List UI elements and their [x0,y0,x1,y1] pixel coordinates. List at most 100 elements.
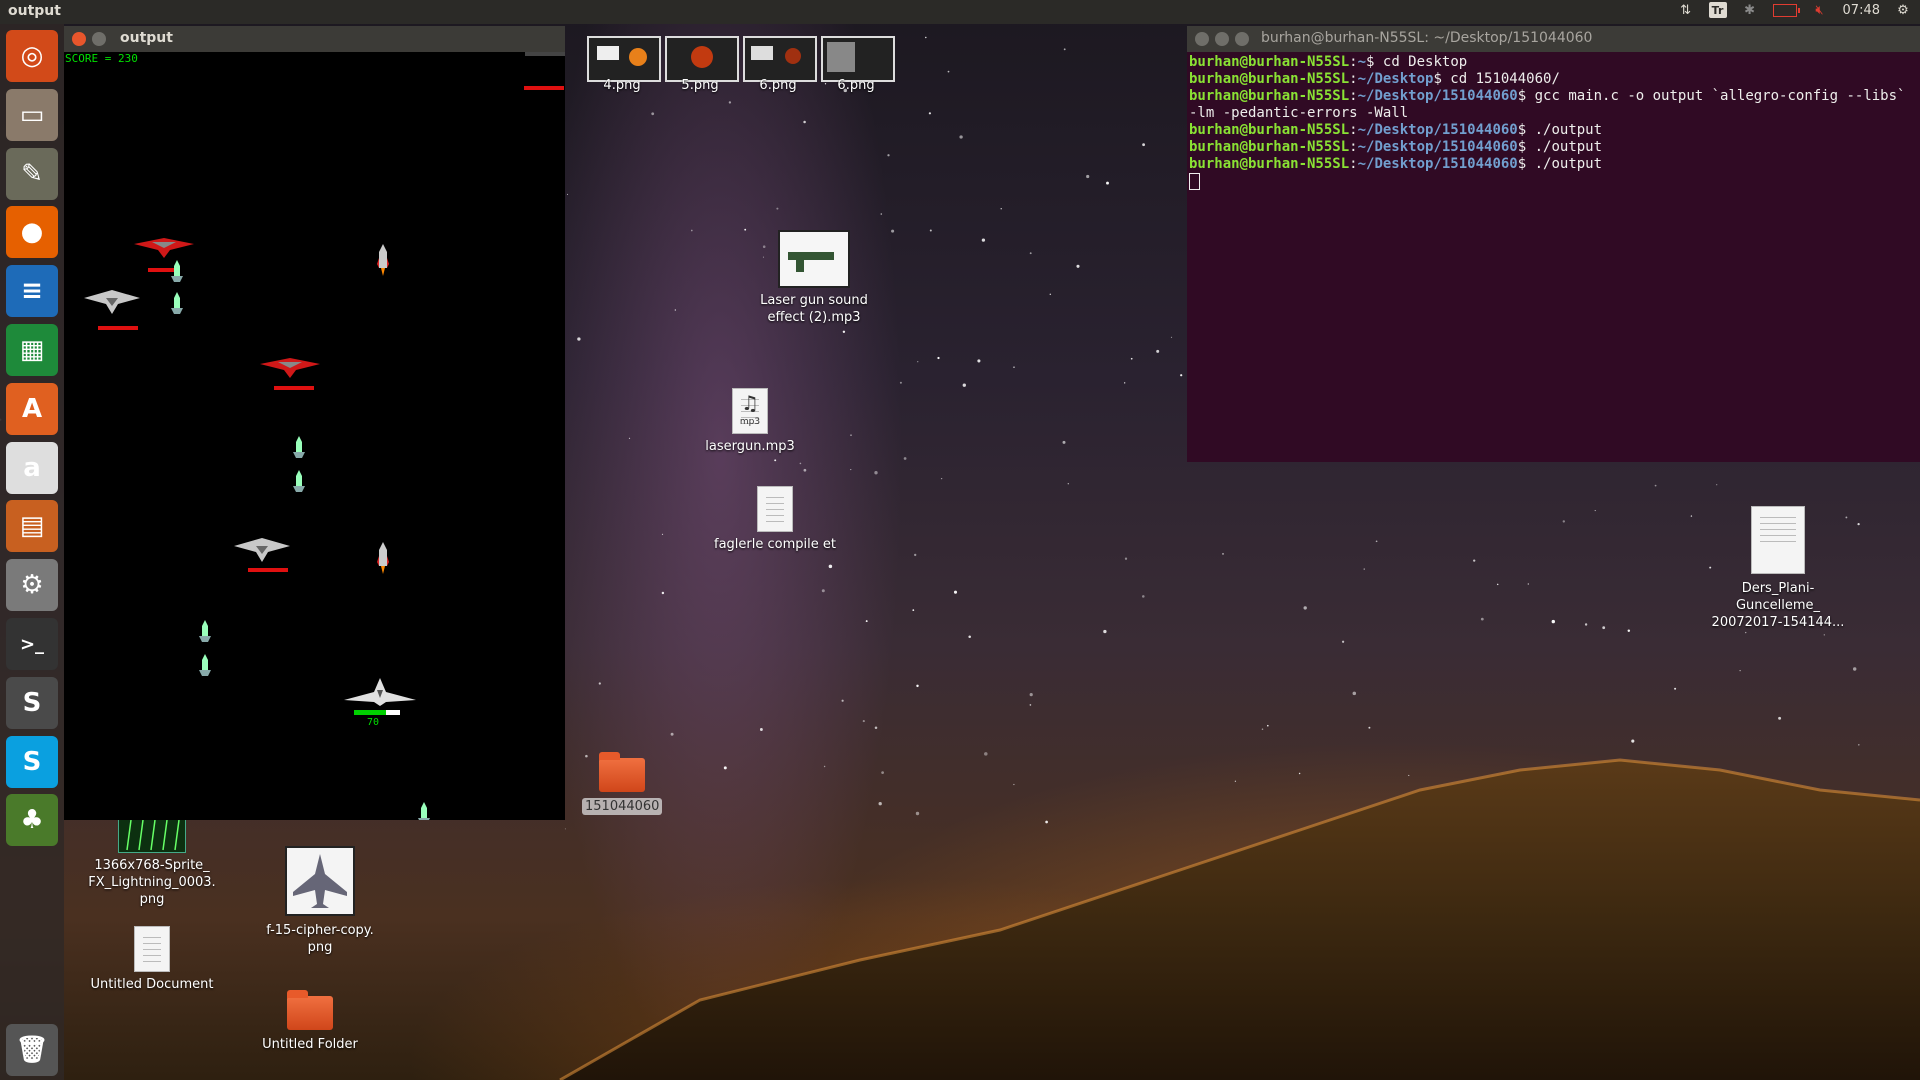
thumb-image [743,36,817,82]
software-center-icon[interactable]: A [6,382,58,435]
file-label: lasergun.mp3 [705,439,795,454]
game-title: output [120,30,173,46]
player-health-label: 70 [367,717,380,728]
player-rocket [377,244,389,276]
active-app-title: output [8,3,61,19]
amazon-icon[interactable]: a [6,441,58,494]
firefox-icon[interactable]: ● [6,206,58,259]
image-thumbnail [285,846,355,916]
terminal-cursor [1189,173,1200,190]
file-ders-plani[interactable]: Ders_Plani-Guncelleme_ 20072017-154144..… [1710,506,1846,631]
network-icon[interactable]: ⇅ [1677,2,1695,18]
game-canvas[interactable]: SCORE = 230 70 [64,52,565,820]
file-label: 1366x768-Sprite_ FX_Lightning_0003. png [88,858,216,907]
libreoffice-writer-icon[interactable]: ≡ [6,265,58,318]
game-sprites [84,52,565,820]
file-label: Untitled Document [90,977,214,992]
maximize-icon[interactable] [1235,32,1249,46]
libreoffice-impress-icon[interactable]: ▤ [6,500,58,553]
enemy-ship [84,290,140,314]
enemy-ship [134,238,194,258]
ubuntu-dash-icon[interactable]: ◎ [6,30,58,82]
system-settings-icon[interactable]: ⚙ [6,559,58,612]
terminal-line: burhan@burhan-N55SL:~/Desktop/151044060$… [1189,88,1914,121]
document-thumbnail [1751,506,1805,574]
player-ship [344,678,416,706]
file-sprite-lightning[interactable]: 1366x768-Sprite_ FX_Lightning_0003. png [82,815,222,908]
libreoffice-calc-icon[interactable]: ▦ [6,324,58,376]
enemy-bullet [293,470,305,492]
player-health-fill [354,710,387,715]
text-file-icon [134,926,170,972]
player-health-bar [354,710,400,715]
folder-151044060[interactable]: 151044060 [582,752,662,815]
bluetooth-icon[interactable]: ✱ [1741,2,1759,18]
terminal-icon[interactable]: >_ [6,618,58,670]
folder-untitled[interactable]: Untitled Folder [248,990,372,1053]
indicator-area: ⇅ Tr ✱ 🔇︎ 07:48 ⚙ [1677,2,1912,18]
laser-gun-thumbnail [778,230,850,288]
enemy-bullet [171,292,183,314]
enemy-ship [260,358,320,378]
terminal-line: burhan@burhan-N55SL:~/Desktop$ cd 151044… [1189,71,1560,87]
file-label: Untitled Folder [262,1037,358,1052]
gimp-icon[interactable]: ✎ [6,147,58,200]
volume-muted-icon[interactable]: 🔇︎ [1811,2,1829,18]
file-f15-cipher-copy[interactable]: f-15-cipher-copy. png [256,846,384,956]
thumb-image [587,36,661,82]
clock[interactable]: 07:48 [1843,3,1880,18]
enemy-bullet [199,620,211,642]
file-laser-gun-sound-effect[interactable]: Laser gun sound effect (2).mp3 [752,230,876,326]
enemy-health-bar [248,568,288,572]
enemy-health-bar [148,268,174,272]
enemy-bullet [199,654,211,676]
terminal-titlebar[interactable]: burhan@burhan-N55SL: ~/Desktop/151044060 [1187,26,1920,52]
trash-icon[interactable]: 🗑 [6,1024,58,1076]
enemy-bullet [418,802,430,820]
thumb-label: 4.png [603,78,641,93]
terminal-output[interactable]: burhan@burhan-N55SL:~$ cd Desktop burhan@… [1189,54,1915,191]
close-icon[interactable] [72,32,86,46]
terminal-line: burhan@burhan-N55SL:~/Desktop/151044060$… [1189,139,1603,155]
folder-icon [287,990,333,1030]
file-untitled-document[interactable]: Untitled Document [82,926,222,993]
terminal-window[interactable]: burhan@burhan-N55SL: ~/Desktop/151044060… [1187,26,1920,462]
terminal-line: burhan@burhan-N55SL:~$ cd Desktop [1189,54,1468,70]
minimize-icon[interactable] [1215,32,1229,46]
file-label: f-15-cipher-copy. png [266,923,374,955]
file-lasergun-mp3[interactable]: ♫ mp3 lasergun.mp3 [700,388,800,455]
terminal-line: burhan@burhan-N55SL:~/Desktop/151044060$… [1189,122,1603,138]
files-icon[interactable]: ▭ [6,88,58,141]
thumb-image [665,36,739,82]
player-rocket [377,542,389,574]
game-window[interactable]: output SCORE = 230 70 [64,26,565,820]
folder-icon [599,752,645,792]
file-label: faglerle compile et [714,537,836,552]
thumb-label: 6.png [837,78,875,93]
thumb-image [821,36,895,82]
enemy-health-bar [274,386,314,390]
enemy-health-bar [98,326,138,330]
enemy-health-bar [524,86,564,90]
file-faglerle-compile-et[interactable]: faglerle compile et [710,486,840,553]
file-label: Laser gun sound effect (2).mp3 [760,293,868,325]
thumb-label: 5.png [681,78,719,93]
gator-app-icon[interactable]: ♣ [6,794,58,847]
launcher: ◎ ▭ ✎ ● ≡ ▦ Aa ▤ ⚙ >_ S S ♣ 🗑 [0,24,64,1080]
battery-icon[interactable] [1772,3,1800,17]
file-label: Ders_Plani-Guncelleme_ 20072017-154144..… [1711,581,1845,630]
image-thumbnail [118,815,186,853]
keyboard-layout-indicator[interactable]: Tr [1708,2,1727,18]
terminal-title: burhan@burhan-N55SL: ~/Desktop/151044060 [1261,30,1593,46]
game-titlebar[interactable]: output [64,26,565,52]
skype-icon[interactable]: S [6,735,58,788]
gear-icon[interactable]: ⚙ [1894,2,1912,18]
terminal-line: burhan@burhan-N55SL:~/Desktop/151044060$… [1189,156,1603,172]
sublime-text-icon[interactable]: S [6,676,58,729]
close-icon[interactable] [1195,32,1209,46]
audio-file-icon: ♫ mp3 [732,388,768,434]
minimize-icon[interactable] [92,32,106,46]
enemy-ship [234,538,290,562]
text-file-icon [757,486,793,532]
top-panel: output ⇅ Tr ✱ 🔇︎ 07:48 ⚙ [0,0,1920,24]
